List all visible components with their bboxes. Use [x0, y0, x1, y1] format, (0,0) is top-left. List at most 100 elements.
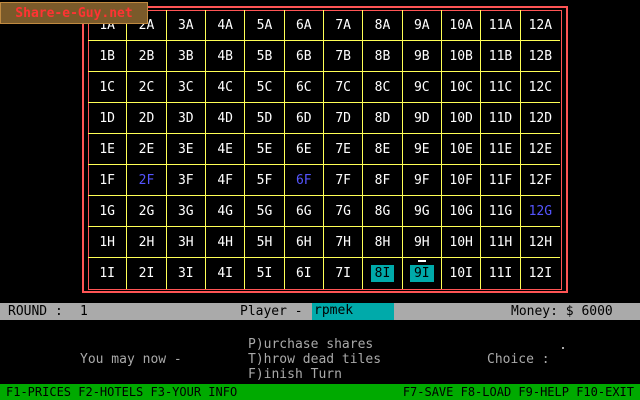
tile-1e[interactable]: 1E	[88, 134, 128, 165]
tile-4b[interactable]: 4B	[205, 41, 246, 72]
tile-12g[interactable]: 12G	[520, 196, 560, 227]
tile-6f[interactable]: 6F	[284, 165, 324, 196]
menu-item-finish-turn[interactable]: F)inish Turn	[248, 367, 381, 382]
tile-8g[interactable]: 8G	[363, 196, 403, 227]
tile-9a[interactable]: 9A	[402, 10, 442, 41]
tile-11i[interactable]: 11I	[481, 258, 521, 289]
tile-11c[interactable]: 11C	[481, 72, 521, 103]
tile-5h[interactable]: 5H	[245, 227, 285, 258]
choice-cursor[interactable]	[562, 347, 564, 349]
tile-9f[interactable]: 9F	[402, 165, 442, 196]
tile-3i[interactable]: 3I	[167, 258, 206, 289]
tile-5c[interactable]: 5C	[245, 72, 285, 103]
tile-11a[interactable]: 11A	[481, 10, 521, 41]
tile-10b[interactable]: 10B	[441, 41, 482, 72]
tile-8b[interactable]: 8B	[363, 41, 403, 72]
tile-6a[interactable]: 6A	[284, 10, 324, 41]
tile-4g[interactable]: 4G	[205, 196, 246, 227]
tile-11g[interactable]: 11G	[481, 196, 521, 227]
tile-1b[interactable]: 1B	[88, 41, 128, 72]
tile-6b[interactable]: 6B	[284, 41, 324, 72]
tile-8f[interactable]: 8F	[363, 165, 403, 196]
tile-1f[interactable]: 1F	[88, 165, 128, 196]
tile-6i[interactable]: 6I	[285, 258, 324, 289]
tile-10d[interactable]: 10D	[441, 103, 482, 134]
tile-2e[interactable]: 2E	[127, 134, 167, 165]
tile-4c[interactable]: 4C	[205, 72, 246, 103]
tile-12b[interactable]: 12B	[520, 41, 560, 72]
tile-5g[interactable]: 5G	[245, 196, 285, 227]
tile-10f[interactable]: 10F	[441, 165, 482, 196]
tile-8c[interactable]: 8C	[363, 72, 403, 103]
tile-4e[interactable]: 4E	[205, 134, 246, 165]
tile-9c[interactable]: 9C	[402, 72, 442, 103]
tile-7d[interactable]: 7D	[323, 103, 364, 134]
tile-2i[interactable]: 2I	[127, 258, 167, 289]
tile-1c[interactable]: 1C	[88, 72, 128, 103]
tile-5a[interactable]: 5A	[245, 10, 285, 41]
tile-4i[interactable]: 4I	[206, 258, 246, 289]
tile-6d[interactable]: 6D	[284, 103, 324, 134]
tile-10a[interactable]: 10A	[441, 10, 482, 41]
tile-1g[interactable]: 1G	[88, 196, 128, 227]
tile-3g[interactable]: 3G	[166, 196, 206, 227]
tile-3a[interactable]: 3A	[166, 10, 206, 41]
tile-12d[interactable]: 12D	[520, 103, 560, 134]
tile-4h[interactable]: 4H	[205, 227, 246, 258]
tile-7e[interactable]: 7E	[323, 134, 364, 165]
tile-2h[interactable]: 2H	[127, 227, 167, 258]
tile-10e[interactable]: 10E	[441, 134, 482, 165]
tile-5e[interactable]: 5E	[245, 134, 285, 165]
tile-12f[interactable]: 12F	[520, 165, 560, 196]
tile-6h[interactable]: 6H	[284, 227, 324, 258]
tile-1d[interactable]: 1D	[88, 103, 128, 134]
tile-9g[interactable]: 9G	[402, 196, 442, 227]
tile-3e[interactable]: 3E	[166, 134, 206, 165]
tile-12i[interactable]: 12I	[521, 258, 560, 289]
tile-10h[interactable]: 10H	[441, 227, 482, 258]
tile-11h[interactable]: 11H	[481, 227, 521, 258]
tile-11e[interactable]: 11E	[481, 134, 521, 165]
tile-2b[interactable]: 2B	[127, 41, 167, 72]
tile-9h[interactable]: 9H	[402, 227, 442, 258]
tile-12e[interactable]: 12E	[520, 134, 560, 165]
tile-4f[interactable]: 4F	[205, 165, 246, 196]
tile-9e[interactable]: 9E	[402, 134, 442, 165]
tile-5f[interactable]: 5F	[245, 165, 285, 196]
tile-12c[interactable]: 12C	[520, 72, 560, 103]
menu-item-purchase-shares[interactable]: P)urchase shares	[248, 337, 381, 352]
tile-9b[interactable]: 9B	[402, 41, 442, 72]
tile-3c[interactable]: 3C	[166, 72, 206, 103]
tile-4d[interactable]: 4D	[205, 103, 246, 134]
tile-5d[interactable]: 5D	[245, 103, 285, 134]
tile-12h[interactable]: 12H	[520, 227, 560, 258]
tile-7g[interactable]: 7G	[323, 196, 364, 227]
tile-6c[interactable]: 6C	[284, 72, 324, 103]
tile-10g[interactable]: 10G	[441, 196, 482, 227]
tile-4a[interactable]: 4A	[205, 10, 246, 41]
tile-1i[interactable]: 1I	[88, 258, 128, 289]
tile-2g[interactable]: 2G	[127, 196, 167, 227]
tile-10c[interactable]: 10C	[441, 72, 482, 103]
fkeys-right[interactable]: F7-SAVE F8-LOAD F9-HELP F10-EXIT	[403, 385, 634, 399]
tile-8h[interactable]: 8H	[363, 227, 403, 258]
tile-2d[interactable]: 2D	[127, 103, 167, 134]
tile-1h[interactable]: 1H	[88, 227, 128, 258]
menu-item-throw-dead-tiles[interactable]: T)hrow dead tiles	[248, 352, 381, 367]
tile-8d[interactable]: 8D	[363, 103, 403, 134]
tile-8a[interactable]: 8A	[363, 10, 403, 41]
tile-7i[interactable]: 7I	[324, 258, 364, 289]
tile-3b[interactable]: 3B	[166, 41, 206, 72]
tile-5b[interactable]: 5B	[245, 41, 285, 72]
tile-2f[interactable]: 2F	[127, 165, 167, 196]
tile-3f[interactable]: 3F	[166, 165, 206, 196]
tile-12a[interactable]: 12A	[520, 10, 560, 41]
tile-7f[interactable]: 7F	[323, 165, 364, 196]
tile-6e[interactable]: 6E	[284, 134, 324, 165]
tile-7h[interactable]: 7H	[323, 227, 364, 258]
tile-2c[interactable]: 2C	[127, 72, 167, 103]
tile-7c[interactable]: 7C	[323, 72, 364, 103]
tile-6g[interactable]: 6G	[284, 196, 324, 227]
tile-11d[interactable]: 11D	[481, 103, 521, 134]
fkeys-left[interactable]: F1-PRICES F2-HOTELS F3-YOUR INFO	[6, 385, 237, 399]
